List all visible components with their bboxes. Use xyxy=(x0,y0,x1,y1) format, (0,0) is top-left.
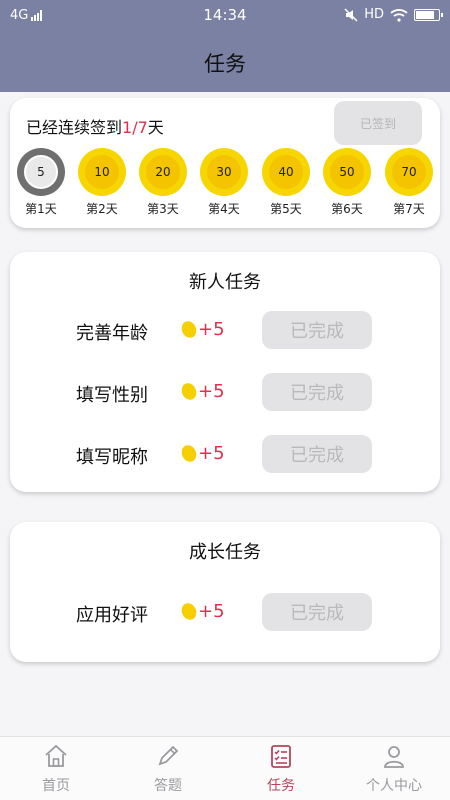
growth-tasks-card: 成长任务 应用好评 +5 已完成 xyxy=(10,522,440,662)
battery-icon xyxy=(414,8,443,21)
completed-button[interactable]: 已完成 xyxy=(262,435,372,473)
tab-quiz[interactable]: 答题 xyxy=(112,743,224,795)
task-reward: +5 xyxy=(179,318,225,341)
coin-icon xyxy=(179,600,199,623)
coin-icon xyxy=(179,318,199,341)
signin-day-7: 70 第7天 xyxy=(384,148,434,217)
signin-days: 5 第1天 10 第2天 20 第3天 30 第4天 40 第5天 50 第6天… xyxy=(10,148,440,218)
completed-button[interactable]: 已完成 xyxy=(262,593,372,631)
header-bar: 4G 14:34 HD 任务 xyxy=(0,0,450,92)
tab-profile[interactable]: 个人中心 xyxy=(338,743,450,795)
task-row: 应用好评 +5 已完成 xyxy=(10,592,440,632)
task-reward: +5 xyxy=(179,442,225,465)
bottom-tab-bar: 首页 答题 任务 个人中心 xyxy=(0,736,450,800)
task-name: 填写性别 xyxy=(76,385,148,406)
task-reward: +5 xyxy=(179,380,225,403)
day-reward: 40 xyxy=(269,155,303,189)
coin-icon xyxy=(179,380,199,403)
day-label: 第7天 xyxy=(393,202,425,216)
coin-icon: 50 xyxy=(323,148,371,196)
newbie-tasks-card: 新人任务 完善年龄 +5 已完成 填写性别 +5 已完成 填写昵称 +5 已完成 xyxy=(10,252,440,492)
day-label: 第2天 xyxy=(86,202,118,216)
signin-day-3: 20 第3天 xyxy=(138,148,188,217)
day-reward: 70 xyxy=(392,155,426,189)
coin-icon: 70 xyxy=(385,148,433,196)
task-name: 填写昵称 xyxy=(76,447,148,468)
day-reward: 30 xyxy=(207,155,241,189)
reward-value: +5 xyxy=(198,601,225,622)
user-icon xyxy=(384,746,404,768)
task-reward: +5 xyxy=(179,600,225,623)
day-reward: 5 xyxy=(24,155,58,189)
signin-progress: 1/7 xyxy=(122,118,148,137)
day-label: 第6天 xyxy=(331,202,363,216)
status-bar: 4G 14:34 HD xyxy=(0,0,450,32)
coin-icon: 5 xyxy=(17,148,65,196)
tab-home[interactable]: 首页 xyxy=(0,743,112,795)
coin-icon: 40 xyxy=(262,148,310,196)
signin-status-text: 已经连续签到1/7天 xyxy=(26,114,164,138)
home-icon xyxy=(45,744,67,767)
day-label: 第3天 xyxy=(147,202,179,216)
signin-day-6: 50 第6天 xyxy=(322,148,372,217)
tab-label: 首页 xyxy=(42,778,70,794)
signin-card: 已经连续签到1/7天 已签到 5 第1天 10 第2天 20 第3天 30 第4… xyxy=(10,98,440,228)
signed-in-button[interactable]: 已签到 xyxy=(334,101,422,145)
pencil-icon xyxy=(158,745,179,766)
coin-icon xyxy=(179,442,199,465)
signin-day-1: 5 第1天 xyxy=(16,148,66,217)
signin-prefix: 已经连续签到 xyxy=(26,118,123,137)
day-label: 第1天 xyxy=(25,202,57,216)
task-row: 完善年龄 +5 已完成 xyxy=(10,310,440,350)
hd-indicator: HD xyxy=(364,7,384,22)
status-right: HD xyxy=(344,7,443,22)
task-row: 填写性别 +5 已完成 xyxy=(10,372,440,412)
task-name: 应用好评 xyxy=(76,605,148,626)
day-label: 第5天 xyxy=(270,202,302,216)
task-row: 填写昵称 +5 已完成 xyxy=(10,434,440,474)
reward-value: +5 xyxy=(198,381,225,402)
mute-icon xyxy=(344,7,358,22)
tab-label: 答题 xyxy=(154,778,182,794)
wifi-icon xyxy=(390,8,408,22)
signin-day-2: 10 第2天 xyxy=(77,148,127,217)
page-title: 任务 xyxy=(204,52,246,76)
reward-value: +5 xyxy=(198,443,225,464)
coin-icon: 20 xyxy=(139,148,187,196)
signin-suffix: 天 xyxy=(147,118,164,137)
task-name: 完善年龄 xyxy=(76,323,148,344)
growth-tasks-title: 成长任务 xyxy=(189,542,261,563)
task-list-icon xyxy=(271,745,291,768)
signin-day-4: 30 第4天 xyxy=(199,148,249,217)
tab-label: 个人中心 xyxy=(366,778,422,794)
day-reward: 10 xyxy=(85,155,119,189)
coin-icon: 10 xyxy=(78,148,126,196)
coin-icon: 30 xyxy=(200,148,248,196)
signin-day-5: 40 第5天 xyxy=(261,148,311,217)
reward-value: +5 xyxy=(198,319,225,340)
day-reward: 20 xyxy=(146,155,180,189)
completed-button[interactable]: 已完成 xyxy=(262,311,372,349)
day-label: 第4天 xyxy=(208,202,240,216)
tab-label: 任务 xyxy=(267,778,295,794)
newbie-tasks-title: 新人任务 xyxy=(189,272,261,293)
tab-tasks[interactable]: 任务 xyxy=(225,743,337,795)
completed-button[interactable]: 已完成 xyxy=(262,373,372,411)
day-reward: 50 xyxy=(330,155,364,189)
